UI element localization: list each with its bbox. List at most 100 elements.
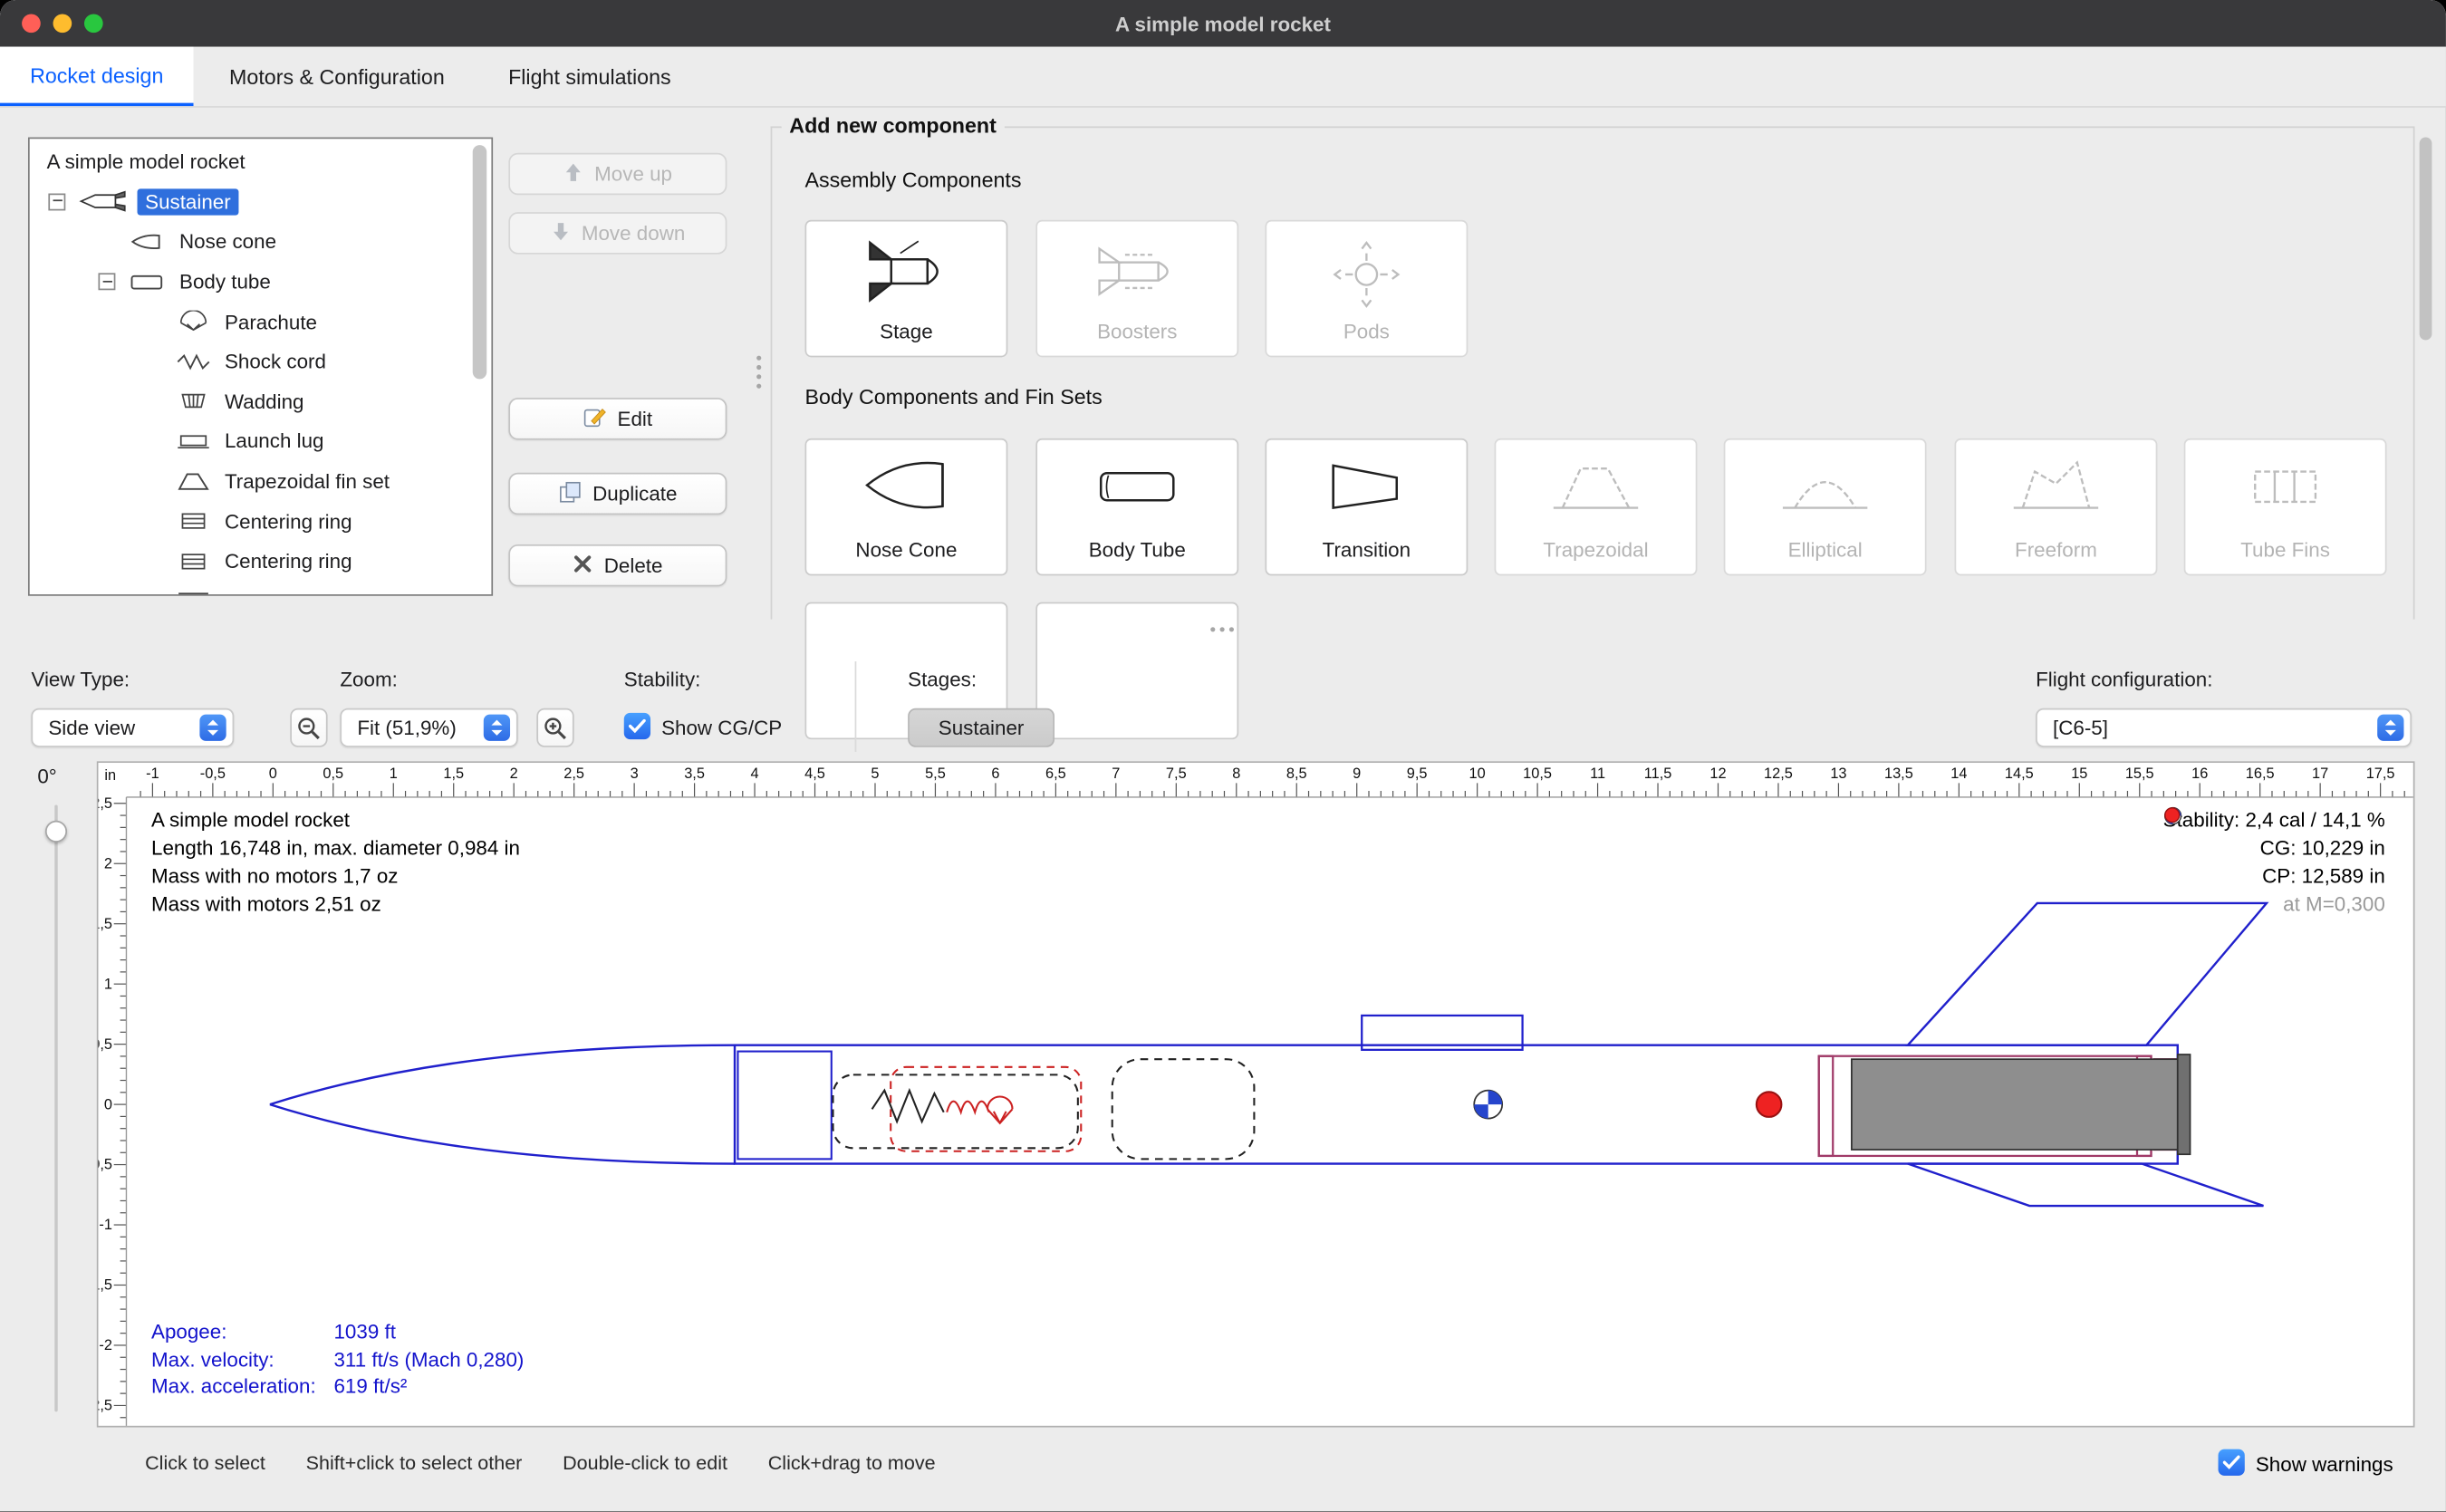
lower-fin-outline: [1908, 1164, 2264, 1206]
openrocket-window: A simple model rocket Rocket design Moto…: [0, 0, 2446, 1512]
component-card-transition[interactable]: Transition: [1265, 438, 1468, 576]
tree-item-trapezoidal-fin-set[interactable]: Trapezoidal fin set: [30, 461, 492, 501]
zoom-label: Zoom:: [340, 668, 397, 691]
component-card-trapezoidal: Trapezoidal: [1495, 438, 1698, 576]
stability-label: Stability:: [624, 668, 701, 691]
component-card-body-tube[interactable]: Body Tube: [1035, 438, 1238, 576]
svg-text:2: 2: [104, 855, 112, 872]
tab-flight-simulations[interactable]: Flight simulations: [480, 47, 698, 106]
arrow-up-icon: [563, 161, 583, 187]
motor-nozzle: [2178, 1055, 2191, 1154]
rocket-icon: [78, 191, 128, 213]
main-tab-bar: Rocket design Motors & Configuration Fli…: [0, 47, 2446, 108]
svg-text:13: 13: [1830, 766, 1846, 782]
component-card-nose-cone[interactable]: Nose Cone: [805, 438, 1008, 576]
svg-text:5: 5: [871, 766, 879, 782]
zoom-in-button[interactable]: [536, 708, 573, 747]
edit-button[interactable]: Edit: [508, 398, 727, 439]
delete-button[interactable]: Delete: [508, 544, 727, 586]
tree-item-launch-lug[interactable]: Launch lug: [30, 421, 492, 461]
tree-item-body-tube[interactable]: Body tube: [30, 262, 492, 302]
stage-sustainer-toggle[interactable]: Sustainer: [908, 708, 1054, 747]
tree-item-sustainer[interactable]: Sustainer: [30, 182, 492, 222]
panel-splitter-handle[interactable]: [756, 356, 761, 389]
component-card-boosters: Boosters: [1035, 220, 1238, 358]
svg-text:16,5: 16,5: [2246, 766, 2275, 782]
view-type-select[interactable]: Side view: [31, 708, 234, 747]
upper-fin-outline: [1908, 903, 2267, 1045]
tree-item-wadding[interactable]: Wadding: [30, 381, 492, 421]
tree-item-rocket-root[interactable]: A simple model rocket: [30, 142, 492, 182]
tree-item-nose-cone[interactable]: Nose cone: [30, 222, 492, 262]
statusbar-hints: Click to select Shift+click to select ot…: [145, 1452, 935, 1474]
svg-text:-1: -1: [99, 1217, 112, 1233]
component-tree[interactable]: A simple model rocket Sustainer Nose con…: [28, 138, 493, 596]
tree-item-partial[interactable]: [30, 581, 492, 595]
shock-cord-icon: [177, 351, 211, 372]
shock-cord-coil: [947, 1102, 988, 1112]
svg-text:-0,5: -0,5: [98, 1157, 111, 1173]
svg-text:6,5: 6,5: [1045, 766, 1066, 782]
svg-text:11: 11: [1590, 766, 1605, 782]
svg-text:4: 4: [751, 766, 759, 782]
tree-item-shock-cord[interactable]: Shock cord: [30, 342, 492, 381]
stability-block: Stability: 2,4 cal / 14,1 % CG: 10,229 i…: [2163, 806, 2385, 919]
nose-cone-outline: [270, 1045, 735, 1104]
svg-text:16: 16: [2191, 766, 2208, 782]
zoom-out-button[interactable]: [290, 708, 327, 747]
tree-scrollbar[interactable]: [473, 145, 486, 379]
svg-text:7,5: 7,5: [1166, 766, 1187, 782]
flight-configuration-select[interactable]: [C6-5]: [2036, 708, 2412, 747]
svg-text:14: 14: [1950, 766, 1967, 782]
svg-text:17: 17: [2312, 766, 2328, 782]
horizontal-ruler: -1-0,500,511,522,533,544,555,566,577,588…: [140, 766, 2404, 797]
show-warnings-label: Show warnings: [2256, 1452, 2393, 1476]
svg-text:2,5: 2,5: [563, 766, 584, 782]
tab-rocket-design[interactable]: Rocket design: [0, 47, 194, 106]
vertical-ruler: -2,5-2-1,5-1-0,500,511,522,5: [98, 795, 126, 1418]
svg-text:-0,5: -0,5: [200, 766, 226, 782]
collapse-icon[interactable]: [48, 193, 65, 210]
svg-text:8: 8: [1232, 766, 1240, 782]
parachute-outline: [833, 1074, 1077, 1148]
upper-scrollbar[interactable]: [2420, 132, 2432, 619]
edit-pencil-icon: [583, 405, 607, 433]
svg-text:-1: -1: [146, 766, 159, 782]
add-component-title: Add new component: [782, 114, 1005, 138]
section-splitter-handle[interactable]: [1210, 627, 1234, 631]
rocket-info-block: A simple model rocket Length 16,748 in, …: [151, 806, 520, 919]
tab-motors-configuration[interactable]: Motors & Configuration: [194, 47, 481, 106]
wadding-outline: [1112, 1059, 1255, 1159]
freeform-fin-card-icon: [1956, 452, 2155, 521]
svg-text:17,5: 17,5: [2366, 766, 2395, 782]
duplicate-button[interactable]: Duplicate: [508, 473, 727, 515]
chevron-updown-icon: [199, 715, 226, 741]
wadding-icon: [177, 390, 211, 412]
cp-value: CP: 12,589 in: [2262, 864, 2385, 888]
centering-ring-icon: [177, 510, 211, 532]
cg-value: CG: 10,229 in: [2260, 836, 2385, 860]
minimize-window-button[interactable]: [53, 14, 72, 33]
svg-text:15,5: 15,5: [2125, 766, 2154, 782]
component-card-stage[interactable]: Stage: [805, 220, 1008, 358]
parachute-symbol: [987, 1096, 1013, 1122]
flight-data-block: Apogee:1039 ft Max. velocity:311 ft/s (M…: [151, 1318, 524, 1401]
rotation-slider-knob[interactable]: [45, 821, 67, 843]
collapse-icon[interactable]: [98, 273, 115, 290]
rocket-view-canvas[interactable]: -1-0,500,511,522,533,544,555,566,577,588…: [97, 761, 2415, 1427]
chevron-updown-icon: [2377, 715, 2403, 741]
elliptical-fin-card-icon: [1725, 452, 1924, 521]
show-cgcp-label: Show CG/CP: [661, 716, 782, 739]
rotation-slider-track[interactable]: [54, 805, 57, 1412]
tree-item-centering-ring[interactable]: Centering ring: [30, 501, 492, 541]
show-warnings-checkbox[interactable]: [2219, 1449, 2245, 1476]
tree-item-parachute[interactable]: Parachute: [30, 302, 492, 342]
svg-text:11,5: 11,5: [1644, 766, 1672, 782]
svg-text:0: 0: [104, 1096, 112, 1112]
zoom-select[interactable]: Fit (51,9%): [340, 708, 517, 747]
svg-text:9: 9: [1353, 766, 1361, 782]
tree-item-centering-ring[interactable]: Centering ring: [30, 541, 492, 581]
close-window-button[interactable]: [22, 14, 41, 33]
show-cgcp-checkbox[interactable]: [624, 713, 650, 739]
zoom-window-button[interactable]: [84, 14, 103, 33]
